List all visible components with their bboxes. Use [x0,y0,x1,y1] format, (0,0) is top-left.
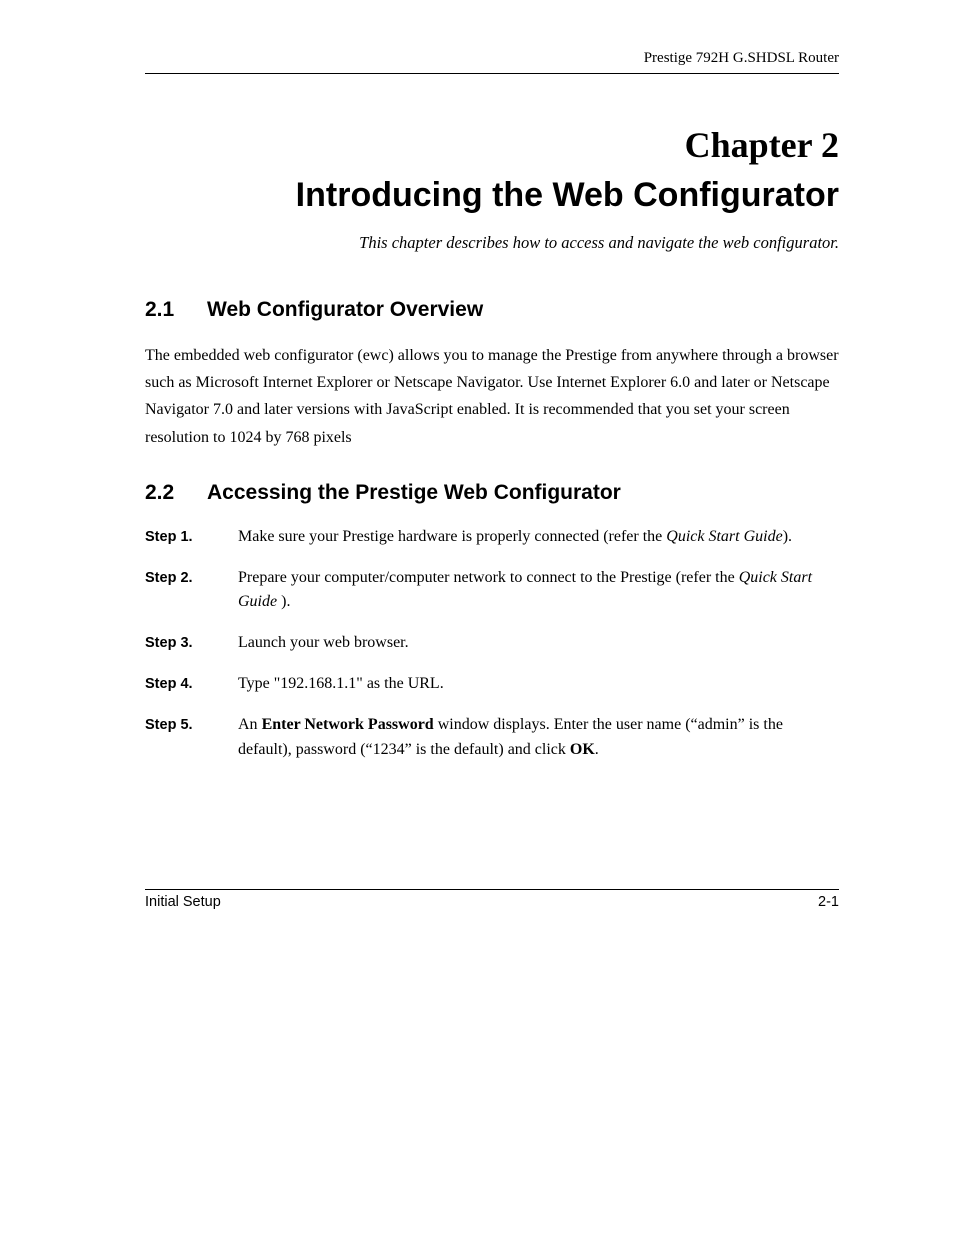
step-text-part: . [595,741,599,758]
section-title: Web Configurator Overview [207,298,483,322]
step-text-bold: OK [570,741,595,758]
step-text: An Enter Network Password window display… [238,713,839,763]
step-list: Step 1. Make sure your Prestige hardware… [145,525,839,763]
step-row: Step 2. Prepare your computer/computer n… [145,566,839,616]
section-2-1-paragraph: The embedded web configurator (ewc) allo… [145,342,839,451]
step-text: Launch your web browser. [238,631,839,656]
step-text-part: An [238,716,262,733]
step-row: Step 1. Make sure your Prestige hardware… [145,525,839,550]
section-heading-2-1: 2.1 Web Configurator Overview [145,298,839,322]
section-number: 2.1 [145,298,207,322]
step-label: Step 1. [145,526,238,548]
step-text-part: Make sure your Prestige hardware is prop… [238,528,666,545]
chapter-number: Chapter 2 [145,124,839,166]
step-text-part: Prepare your computer/computer network t… [238,569,739,586]
chapter-subtitle: This chapter describes how to access and… [145,233,839,253]
step-text-bold: Enter Network Password [262,716,434,733]
step-label: Step 3. [145,632,238,654]
step-text: Make sure your Prestige hardware is prop… [238,525,839,550]
step-row: Step 4. Type "192.168.1.1" as the URL. [145,672,839,697]
step-text: Type "192.168.1.1" as the URL. [238,672,839,697]
step-label: Step 2. [145,567,238,589]
page-footer: Initial Setup 2-1 [145,889,839,910]
header-rule [145,73,839,74]
step-label: Step 5. [145,714,238,736]
step-text-part: ). [783,528,792,545]
footer-rule [145,889,839,890]
footer-page-number: 2-1 [818,894,839,910]
chapter-title: Introducing the Web Configurator [145,176,839,215]
section-heading-2-2: 2.2 Accessing the Prestige Web Configura… [145,481,839,505]
step-text-part: ). [277,593,290,610]
step-text-italic: Quick Start Guide [666,528,782,545]
header-product-name: Prestige 792H G.SHDSL Router [145,50,839,67]
section-number: 2.2 [145,481,207,505]
section-title: Accessing the Prestige Web Configurator [207,481,621,505]
footer-left: Initial Setup [145,894,221,910]
document-page: Prestige 792H G.SHDSL Router Chapter 2 I… [0,0,954,1235]
step-row: Step 3. Launch your web browser. [145,631,839,656]
footer-row: Initial Setup 2-1 [145,894,839,910]
step-row: Step 5. An Enter Network Password window… [145,713,839,763]
step-text: Prepare your computer/computer network t… [238,566,839,616]
step-label: Step 4. [145,673,238,695]
